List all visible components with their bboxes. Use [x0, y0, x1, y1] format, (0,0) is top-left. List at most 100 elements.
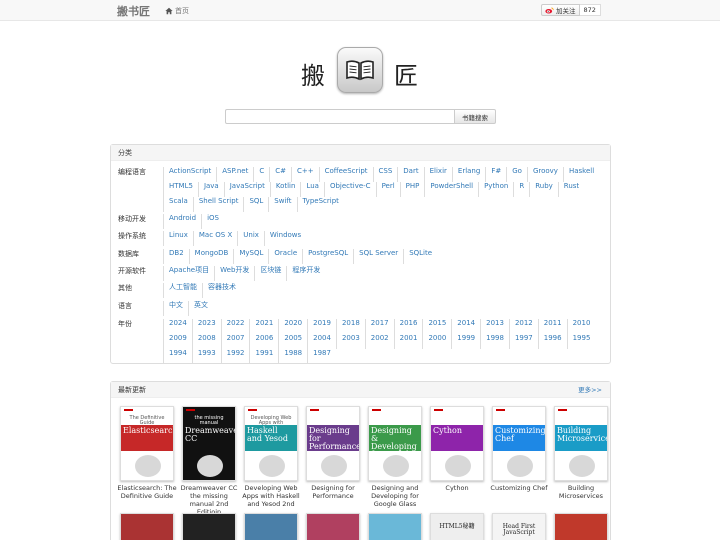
- category-link[interactable]: Rust: [557, 182, 584, 197]
- book-cover[interactable]: Cython: [430, 406, 484, 481]
- category-link[interactable]: Apache项目: [163, 266, 214, 281]
- category-link[interactable]: 2019: [307, 319, 336, 334]
- category-link[interactable]: 2018: [335, 319, 365, 334]
- category-link[interactable]: iOS: [201, 214, 224, 229]
- category-link[interactable]: MySQL: [233, 249, 268, 264]
- category-link[interactable]: ActionScript: [163, 167, 216, 182]
- category-link[interactable]: 1987: [307, 349, 336, 364]
- category-link[interactable]: 2020: [278, 319, 307, 334]
- book-item[interactable]: [240, 513, 302, 540]
- category-link[interactable]: Haskell: [562, 167, 599, 182]
- book-cover[interactable]: Customizing Chef: [492, 406, 546, 481]
- category-link[interactable]: 1992: [220, 349, 250, 364]
- book-item[interactable]: [550, 513, 612, 540]
- category-link[interactable]: Groovy: [526, 167, 563, 182]
- book-title[interactable]: Customizing Chef: [488, 484, 550, 492]
- book-cover[interactable]: [368, 513, 422, 540]
- category-link[interactable]: JavaScript: [223, 182, 270, 197]
- category-link[interactable]: Scala: [163, 197, 193, 212]
- book-cover[interactable]: Designing & Developing for Google Glass: [368, 406, 422, 481]
- site-brand[interactable]: 搬书匠: [117, 3, 150, 19]
- category-link[interactable]: 2015: [422, 319, 451, 334]
- book-cover[interactable]: [244, 513, 298, 540]
- category-link[interactable]: C: [253, 167, 269, 182]
- book-cover[interactable]: Designing for Performance: [306, 406, 360, 481]
- follow-button[interactable]: 加关注: [541, 4, 580, 16]
- category-link[interactable]: HTML5: [163, 182, 198, 197]
- category-link[interactable]: 1999: [451, 334, 480, 349]
- book-title[interactable]: Cython: [426, 484, 488, 492]
- book-item[interactable]: Designing & Developing for Google Glass D…: [364, 406, 426, 508]
- category-link[interactable]: 2010: [566, 319, 596, 334]
- category-link[interactable]: 2007: [220, 334, 250, 349]
- category-link[interactable]: DB2: [163, 249, 189, 264]
- category-link[interactable]: C#: [269, 167, 291, 182]
- category-link[interactable]: 2008: [191, 334, 221, 349]
- category-link[interactable]: 1991: [249, 349, 278, 364]
- category-link[interactable]: Python: [478, 182, 513, 197]
- category-link[interactable]: R: [513, 182, 529, 197]
- book-item[interactable]: [364, 513, 426, 540]
- category-link[interactable]: 2023: [191, 319, 221, 334]
- book-cover[interactable]: Elasticsearch The Definitive Guide: [120, 406, 174, 481]
- category-link[interactable]: CoffeeScript: [318, 167, 373, 182]
- book-title[interactable]: Designing and Developing for Google Glas…: [364, 484, 426, 508]
- nav-home-link[interactable]: 首页: [165, 6, 189, 16]
- category-link[interactable]: Linux: [163, 231, 193, 246]
- book-item[interactable]: Building Microservices Building Microserv…: [550, 406, 612, 500]
- category-link[interactable]: Shell Script: [192, 197, 244, 212]
- category-link[interactable]: ASP.net: [216, 167, 253, 182]
- category-link[interactable]: 2014: [451, 319, 480, 334]
- search-input[interactable]: [225, 109, 455, 124]
- category-link[interactable]: Go: [506, 167, 527, 182]
- category-link[interactable]: 1997: [508, 334, 538, 349]
- book-cover[interactable]: [120, 513, 174, 540]
- category-link[interactable]: 英文: [188, 301, 213, 316]
- category-link[interactable]: 2012: [508, 319, 538, 334]
- book-item[interactable]: Head First JavaScript: [488, 513, 550, 540]
- category-link[interactable]: 1993: [191, 349, 221, 364]
- search-button[interactable]: 书籍搜索: [455, 109, 496, 124]
- category-link[interactable]: Ruby: [529, 182, 558, 197]
- category-link[interactable]: Elixir: [423, 167, 452, 182]
- category-link[interactable]: 2013: [480, 319, 509, 334]
- book-title[interactable]: Developing Web Apps with Haskell and Yes…: [240, 484, 302, 508]
- book-title[interactable]: Designing for Performance: [302, 484, 364, 500]
- book-item[interactable]: Cython Cython: [426, 406, 488, 492]
- category-link[interactable]: C++: [290, 167, 319, 182]
- category-link[interactable]: Objective-C: [323, 182, 376, 197]
- category-link[interactable]: TypeScript: [296, 197, 344, 212]
- book-cover[interactable]: Head First JavaScript: [492, 513, 546, 540]
- category-link[interactable]: SQL: [243, 197, 268, 212]
- book-cover[interactable]: [182, 513, 236, 540]
- category-link[interactable]: PowderShell: [424, 182, 478, 197]
- category-link[interactable]: 2003: [335, 334, 365, 349]
- category-link[interactable]: 2005: [278, 334, 307, 349]
- book-cover[interactable]: HTML5秘籍: [430, 513, 484, 540]
- category-link[interactable]: 1996: [537, 334, 567, 349]
- book-title[interactable]: Elasticsearch: The Definitive Guide: [116, 484, 178, 500]
- category-link[interactable]: F#: [485, 167, 506, 182]
- category-link[interactable]: 2021: [249, 319, 278, 334]
- category-link[interactable]: SQLite: [403, 249, 437, 264]
- category-link[interactable]: Mac OS X: [192, 231, 237, 246]
- category-link[interactable]: Web开发: [214, 266, 254, 281]
- category-link[interactable]: 2001: [393, 334, 423, 349]
- category-link[interactable]: 程序开发: [286, 266, 325, 281]
- category-link[interactable]: Swift: [268, 197, 296, 212]
- category-link[interactable]: 中文: [163, 301, 188, 316]
- category-link[interactable]: Windows: [263, 231, 306, 246]
- book-item[interactable]: [178, 513, 240, 540]
- category-link[interactable]: 2024: [163, 319, 192, 334]
- category-link[interactable]: 2000: [422, 334, 451, 349]
- category-link[interactable]: Lua: [300, 182, 324, 197]
- category-link[interactable]: 1988: [278, 349, 307, 364]
- category-link[interactable]: Dart: [397, 167, 423, 182]
- category-link[interactable]: Oracle: [268, 249, 302, 264]
- category-link[interactable]: SQL Server: [353, 249, 403, 264]
- category-link[interactable]: 区块链: [254, 266, 286, 281]
- book-item[interactable]: Designing for Performance Designing for P…: [302, 406, 364, 500]
- category-link[interactable]: Perl: [375, 182, 400, 197]
- category-link[interactable]: 2009: [163, 334, 192, 349]
- category-link[interactable]: 人工智能: [163, 283, 202, 298]
